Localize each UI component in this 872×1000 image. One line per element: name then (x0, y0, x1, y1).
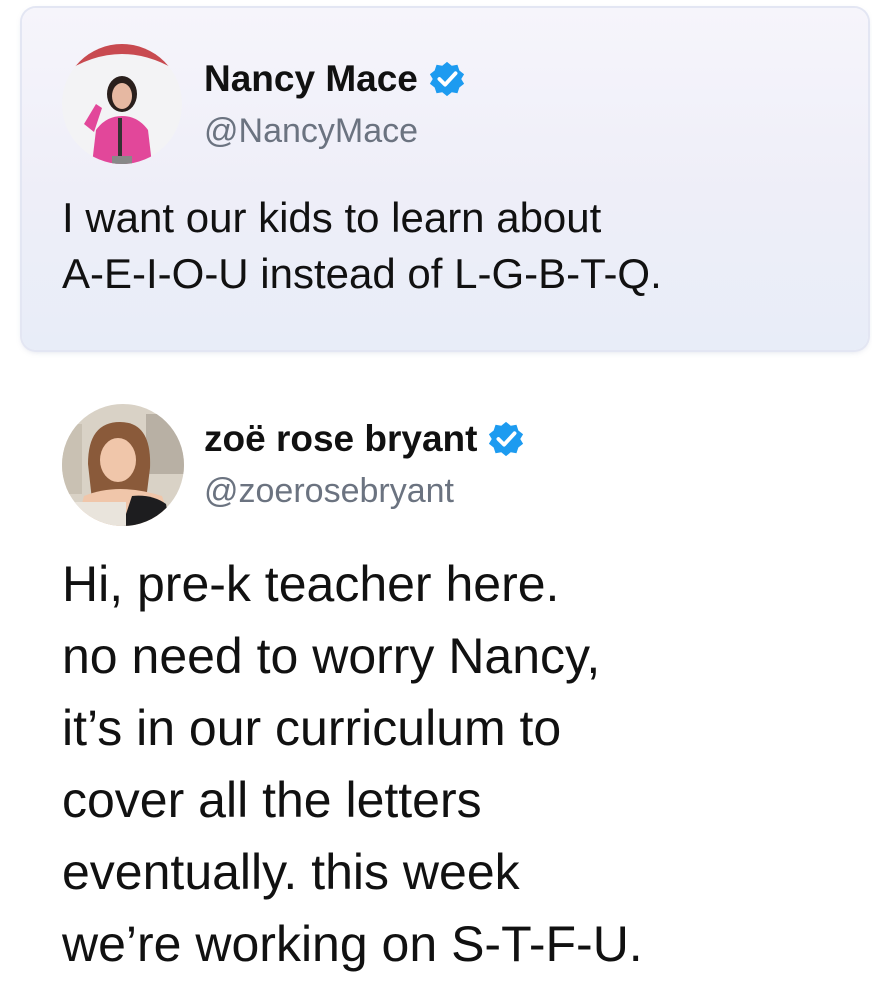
nancy-mace-handle[interactable]: @NancyMace (204, 112, 418, 151)
nancy-mace-name-row: Nancy Mace (204, 58, 466, 100)
zoe-rose-bryant-handle[interactable]: @zoerosebryant (204, 472, 454, 511)
reply-tweet-text: Hi, pre-k teacher here. no need to worry… (62, 556, 643, 972)
verified-badge-icon (487, 420, 525, 458)
zoe-rose-bryant-name-row: zoë rose bryant (204, 418, 525, 460)
nancy-mace-avatar[interactable] (62, 44, 182, 164)
nancy-mace-display-name[interactable]: Nancy Mace (204, 58, 418, 100)
zoe-rose-bryant-avatar[interactable] (62, 404, 184, 526)
verified-badge-icon (428, 60, 466, 98)
quoted-tweet-text: I want our kids to learn about A-E-I-O-U… (62, 194, 662, 297)
zoe-rose-bryant-display-name[interactable]: zoë rose bryant (204, 418, 477, 460)
